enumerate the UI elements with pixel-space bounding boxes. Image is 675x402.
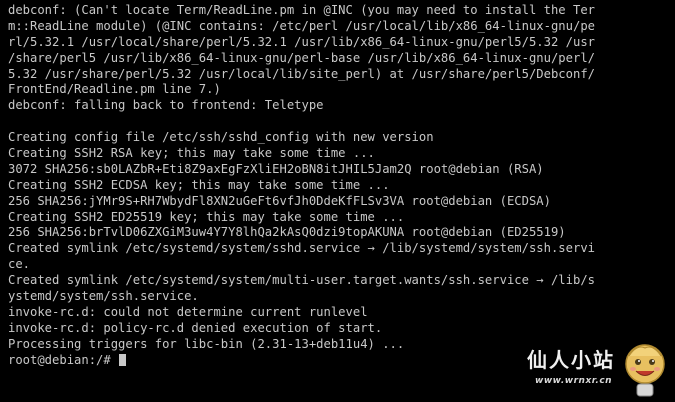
terminal-line: FrontEnd/Readline.pm line 7.)	[8, 82, 221, 97]
terminal-line: Creating config file /etc/ssh/sshd_confi…	[8, 130, 434, 145]
terminal-line: 256 SHA256:brTvlD06ZXGiM3uw4Y7Y8lhQa2kAs…	[8, 225, 566, 240]
watermark-title: 仙人小站	[527, 348, 615, 372]
terminal-line: Creating SSH2 ECDSA key; this may take s…	[8, 177, 390, 192]
terminal-line: 5.32 /usr/share/perl/5.32 /usr/local/lib…	[8, 66, 595, 81]
terminal-line: rl/5.32.1 /usr/local/share/perl/5.32.1 /…	[8, 34, 595, 49]
shell-prompt: root@debian:/#	[8, 352, 119, 367]
text-cursor	[119, 353, 127, 366]
terminal-line: m::ReadLine module) (@INC contains: /etc…	[8, 18, 595, 33]
terminal-window[interactable]: debconf: (Can't locate Term/ReadLine.pm …	[0, 0, 675, 402]
terminal-line: ce.	[8, 257, 31, 272]
terminal-line: Created symlink /etc/systemd/system/sshd…	[8, 241, 595, 256]
watermark-url: www.wrnxr.cn	[535, 376, 613, 386]
terminal-line: invoke-rc.d: policy-rc.d denied executio…	[8, 320, 383, 335]
terminal-line: 256 SHA256:jYMr9S+RH7WbydFl8XN2uGeFt6vfJ…	[8, 193, 551, 208]
terminal-line: ystemd/system/ssh.service.	[8, 289, 199, 304]
terminal-line: Creating SSH2 RSA key; this may take som…	[8, 146, 375, 161]
terminal-line: Creating SSH2 ED25519 key; this may take…	[8, 209, 405, 224]
cartoon-face-icon	[625, 344, 665, 397]
watermark: 仙人小站 www.wrnxr.cn	[517, 342, 667, 398]
terminal-output: debconf: (Can't locate Term/ReadLine.pm …	[8, 3, 668, 368]
terminal-line: debconf: falling back to frontend: Telet…	[8, 98, 324, 113]
terminal-line: invoke-rc.d: could not determine current…	[8, 304, 368, 319]
terminal-line: Created symlink /etc/systemd/system/mult…	[8, 273, 595, 288]
terminal-line: /share/perl5 /usr/lib/x86_64-linux-gnu/p…	[8, 50, 595, 65]
terminal-line: debconf: (Can't locate Term/ReadLine.pm …	[8, 3, 595, 17]
terminal-line: 3072 SHA256:sb0LAZbR+Eti8Z9axEgFzXliEH2o…	[8, 161, 544, 176]
